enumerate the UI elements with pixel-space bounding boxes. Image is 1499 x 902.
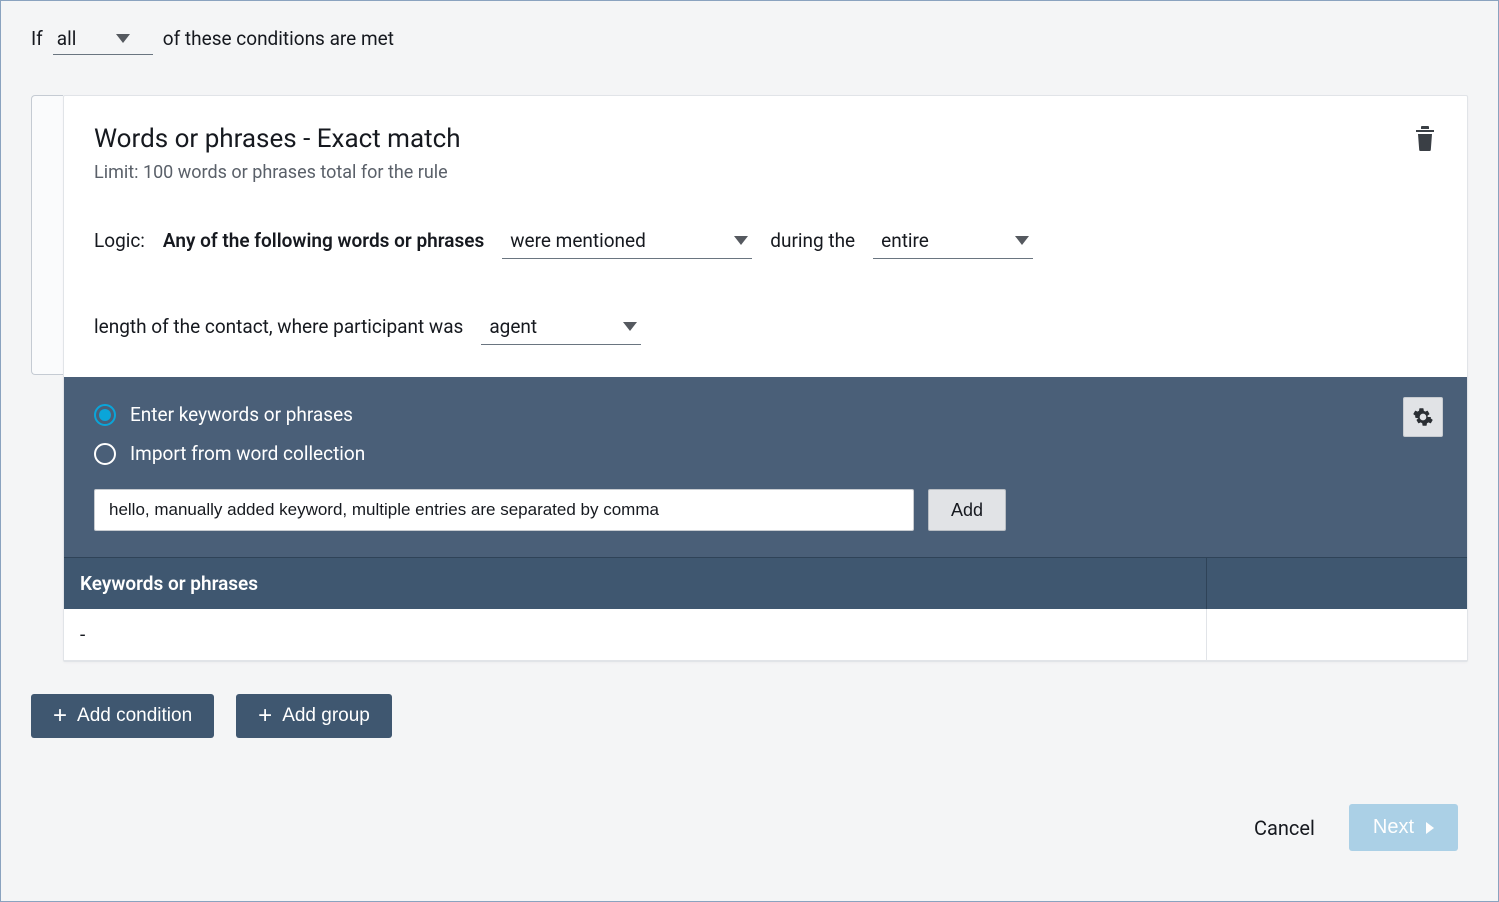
quantifier-value: all	[57, 27, 77, 50]
footer-actions: Cancel Next	[1254, 804, 1458, 851]
add-group-label: Add group	[282, 705, 370, 727]
logic-intro: Any of the following words or phrases	[163, 229, 484, 252]
radio-selected-icon	[94, 404, 116, 426]
chevron-down-icon	[734, 236, 748, 245]
quantifier-select[interactable]: all	[53, 25, 153, 55]
sentence-suffix: of these conditions are met	[163, 27, 394, 50]
table-row: -	[64, 609, 1467, 661]
condition-sentence: If all of these conditions are met	[31, 25, 1468, 55]
radio-import-label: Import from word collection	[130, 442, 365, 465]
add-condition-label: Add condition	[77, 705, 192, 727]
radio-unselected-icon	[94, 443, 116, 465]
mentioned-select[interactable]: were mentioned	[502, 225, 752, 259]
action-buttons: + Add condition + Add group	[31, 694, 1468, 738]
mentioned-value: were mentioned	[510, 229, 646, 252]
radio-enter-label: Enter keywords or phrases	[130, 403, 353, 426]
group-handle[interactable]	[31, 95, 63, 375]
participant-select[interactable]: agent	[481, 311, 641, 345]
plus-icon: +	[53, 704, 67, 728]
plus-icon: +	[258, 704, 272, 728]
keywords-table-header: Keywords or phrases	[64, 557, 1467, 609]
range-value: entire	[881, 229, 929, 252]
table-header-keywords: Keywords or phrases	[64, 558, 1207, 609]
logic-line: Logic: Any of the following words or phr…	[94, 225, 1437, 345]
gear-icon	[1413, 407, 1433, 427]
condition-card: Words or phrases - Exact match Limit: 10…	[63, 95, 1468, 662]
cancel-button[interactable]: Cancel	[1254, 816, 1315, 840]
delete-condition-button[interactable]	[1413, 124, 1437, 156]
card-subtitle: Limit: 100 words or phrases total for th…	[94, 162, 461, 183]
keywords-panel: Enter keywords or phrases Import from wo…	[64, 377, 1467, 557]
during-text: during the	[770, 229, 855, 252]
chevron-down-icon	[623, 322, 637, 331]
add-group-button[interactable]: + Add group	[236, 694, 392, 738]
chevron-down-icon	[1015, 236, 1029, 245]
keywords-input[interactable]	[94, 489, 914, 531]
add-button[interactable]: Add	[928, 489, 1006, 531]
settings-button[interactable]	[1403, 397, 1443, 437]
table-cell-keyword: -	[64, 609, 1207, 660]
table-cell-actions	[1207, 609, 1467, 660]
length-text: length of the contact, where participant…	[94, 315, 463, 338]
condition-group: Words or phrases - Exact match Limit: 10…	[31, 95, 1468, 662]
participant-value: agent	[489, 315, 537, 338]
radio-import-collection[interactable]: Import from word collection	[94, 442, 1437, 465]
logic-prefix: Logic:	[94, 229, 145, 252]
next-button[interactable]: Next	[1349, 804, 1458, 851]
chevron-down-icon	[116, 34, 130, 43]
card-title: Words or phrases - Exact match	[94, 124, 461, 154]
range-select[interactable]: entire	[873, 225, 1033, 259]
if-label: If	[31, 27, 43, 50]
add-condition-button[interactable]: + Add condition	[31, 694, 214, 738]
next-label: Next	[1373, 816, 1414, 839]
trash-icon	[1413, 124, 1437, 152]
chevron-right-icon	[1426, 822, 1434, 834]
table-header-actions	[1207, 558, 1467, 609]
radio-enter-keywords[interactable]: Enter keywords or phrases	[94, 403, 1437, 426]
